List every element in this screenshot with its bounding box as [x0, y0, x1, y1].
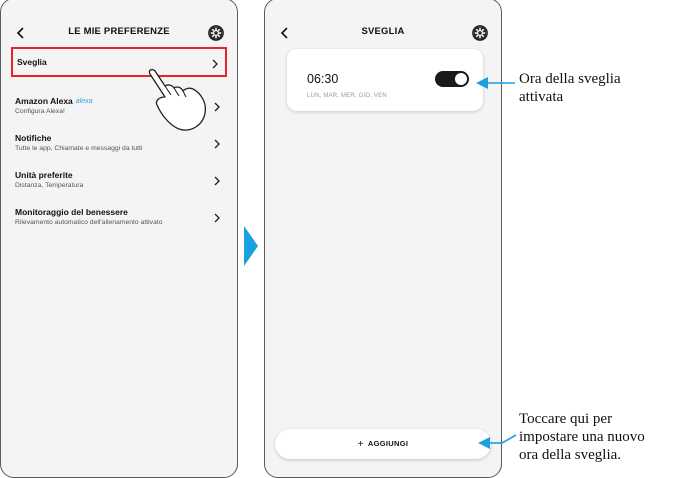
callout-add-alarm: Toccare qui per impostare una nuovo ora …: [519, 411, 645, 463]
callout-line-add-button-diag: [501, 434, 517, 444]
callout-arrowhead-add-button: [478, 437, 490, 449]
callout-alarm-active: Ora della sveglia attivata: [519, 71, 621, 105]
callout-arrowhead-alarm-toggle: [476, 77, 488, 89]
